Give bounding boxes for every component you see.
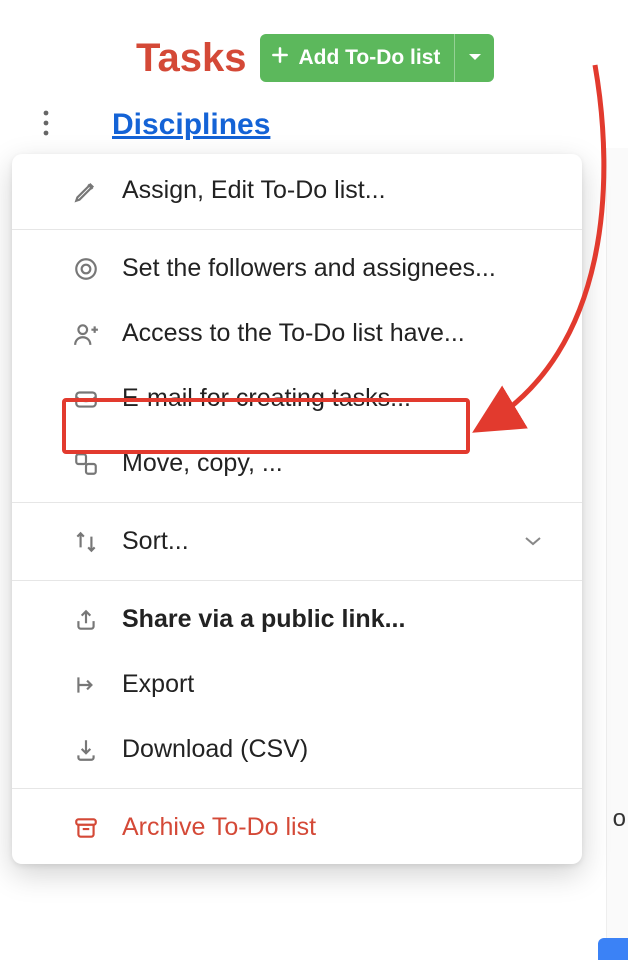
menu-item-label: Export <box>122 670 194 699</box>
menu-item-label: Share via a public link... <box>122 605 405 634</box>
add-todo-button-label: Add To-Do list <box>298 46 440 70</box>
caret-down-icon <box>468 51 482 66</box>
menu-item-move[interactable]: Move, copy, ... <box>12 431 582 496</box>
pencil-icon <box>72 178 100 204</box>
page-title: Tasks <box>136 36 246 81</box>
kebab-icon <box>42 109 50 142</box>
menu-item-label: Move, copy, ... <box>122 449 283 478</box>
eye-icon <box>72 256 100 282</box>
background-pill <box>598 938 628 960</box>
download-icon <box>72 737 100 763</box>
menu-item-label: E-mail for creating tasks... <box>122 384 411 413</box>
menu-item-export[interactable]: Export <box>12 652 582 717</box>
menu-item-sort[interactable]: Sort... <box>12 509 582 574</box>
export-icon <box>72 672 100 698</box>
menu-item-label: Download (CSV) <box>122 735 308 764</box>
chevron-down-icon <box>524 531 542 552</box>
menu-item-share[interactable]: Share via a public link... <box>12 587 582 652</box>
sort-icon <box>72 529 100 555</box>
archive-icon <box>72 815 100 841</box>
menu-item-label: Sort... <box>122 527 189 556</box>
background-sidebar <box>606 148 628 960</box>
menu-item-archive[interactable]: Archive To-Do list <box>12 795 582 860</box>
background-text-fragment: o l <box>613 805 628 833</box>
plus-icon <box>270 45 290 71</box>
menu-item-label: Archive To-Do list <box>122 813 316 842</box>
menu-item-access[interactable]: Access to the To-Do list have... <box>12 301 582 366</box>
add-todo-button-group: Add To-Do list <box>260 34 494 82</box>
user-plus-icon <box>72 321 100 347</box>
list-header-row: Disciplines <box>0 82 628 152</box>
list-title-link[interactable]: Disciplines <box>112 108 270 142</box>
list-context-menu: Assign, Edit To-Do list... Set the follo… <box>12 154 582 864</box>
menu-item-email[interactable]: E-mail for creating tasks... <box>12 366 582 431</box>
menu-item-download[interactable]: Download (CSV) <box>12 717 582 782</box>
list-menu-trigger[interactable] <box>42 109 50 142</box>
tasks-header: Tasks Add To-Do list <box>0 0 628 82</box>
menu-item-label: Assign, Edit To-Do list... <box>122 176 386 205</box>
add-todo-button[interactable]: Add To-Do list <box>260 34 454 82</box>
menu-item-followers[interactable]: Set the followers and assignees... <box>12 236 582 301</box>
menu-separator <box>12 502 582 503</box>
menu-separator <box>12 580 582 581</box>
menu-item-assign[interactable]: Assign, Edit To-Do list... <box>12 158 582 223</box>
mail-icon <box>72 386 100 412</box>
share-icon <box>72 607 100 633</box>
menu-separator <box>12 229 582 230</box>
move-icon <box>72 451 100 477</box>
menu-item-label: Access to the To-Do list have... <box>122 319 465 348</box>
menu-item-label: Set the followers and assignees... <box>122 254 496 283</box>
menu-separator <box>12 788 582 789</box>
add-todo-dropdown-toggle[interactable] <box>454 34 494 82</box>
